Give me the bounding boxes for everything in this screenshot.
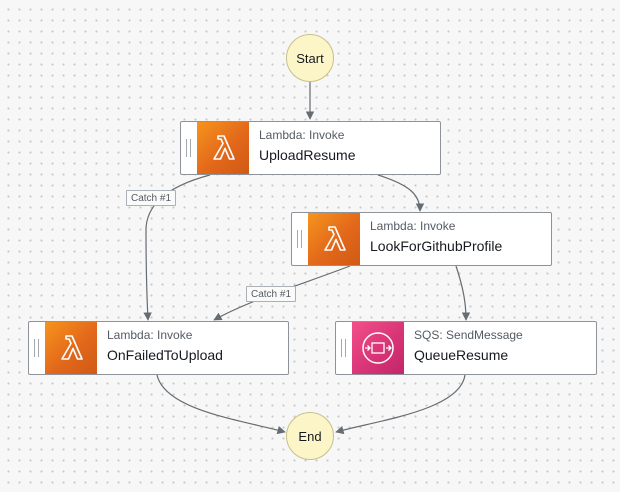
state-name-label: UploadResume — [259, 147, 356, 163]
lambda-icon — [197, 122, 249, 174]
state-type-label: Lambda: Invoke — [370, 219, 456, 233]
state-type-label: SQS: SendMessage — [414, 328, 523, 342]
end-label: End — [298, 428, 322, 444]
catch-label-lookup: Catch #1 — [246, 286, 297, 302]
edge-failed-to-end — [156, 374, 286, 435]
state-on-failed-to-upload[interactable]: Lambda: Invoke OnFailedToUpload — [28, 321, 289, 375]
state-name-label: LookForGithubProfile — [370, 238, 503, 254]
drag-handle-icon[interactable] — [186, 139, 191, 157]
drag-handle-icon[interactable] — [34, 339, 39, 357]
edge-queue-to-end — [335, 374, 466, 435]
state-name-label: OnFailedToUpload — [107, 347, 223, 363]
sqs-icon — [352, 322, 404, 374]
edge-upload-to-lookup — [377, 174, 425, 212]
start-label: Start — [296, 50, 324, 66]
state-type-label: Lambda: Invoke — [259, 128, 345, 142]
state-queue-resume[interactable]: SQS: SendMessage QueueResume — [335, 321, 597, 375]
state-upload-resume[interactable]: Lambda: Invoke UploadResume — [180, 121, 441, 175]
start-node[interactable]: Start — [286, 34, 334, 82]
drag-handle-icon[interactable] — [341, 339, 346, 357]
lambda-icon — [308, 213, 360, 265]
edge-lookup-to-queue — [455, 265, 471, 321]
state-type-label: Lambda: Invoke — [107, 328, 193, 342]
state-look-for-github-profile[interactable]: Lambda: Invoke LookForGithubProfile — [291, 212, 552, 266]
catch-label-upload: Catch #1 — [126, 190, 177, 206]
lambda-icon — [45, 322, 97, 374]
end-node[interactable]: End — [286, 412, 334, 460]
state-name-label: QueueResume — [414, 347, 509, 363]
drag-handle-icon[interactable] — [297, 230, 302, 248]
